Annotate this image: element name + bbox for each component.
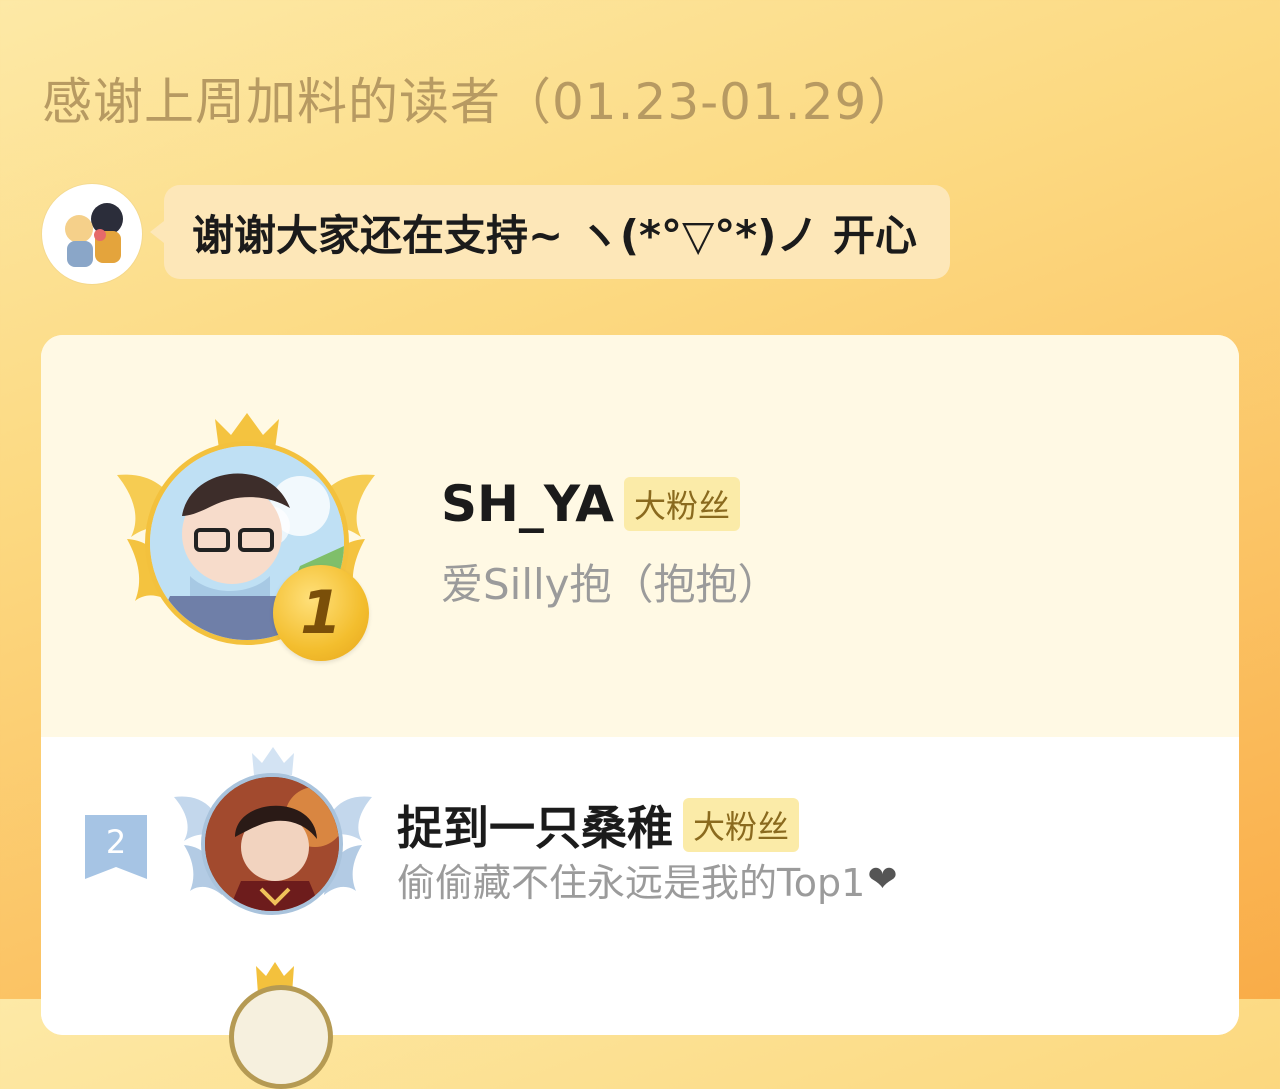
fan-badge-2: 大粉丝	[683, 798, 800, 852]
author-avatar	[42, 184, 142, 284]
rank-2-ribbon-icon: 2	[85, 815, 147, 879]
user-message-2-text: 偷偷藏不住永远是我的Top1	[397, 861, 866, 905]
rank-2-number: 2	[106, 823, 126, 861]
fan-badge: 大粉丝	[623, 477, 740, 531]
ranking-row-1[interactable]: 1 SH_YA 大粉丝 爱Silly抱（抱抱）	[41, 335, 1239, 737]
user-name[interactable]: SH_YA	[441, 475, 614, 533]
user-name-2[interactable]: 捉到一只桑稚	[397, 792, 673, 858]
user-avatar-2[interactable]	[201, 773, 343, 915]
rank-1-badge: 1	[273, 565, 369, 661]
user-name-row: SH_YA 大粉丝	[441, 475, 740, 533]
message-text: 谢谢大家还在支持~ ヽ(*°▽°*)ノ 开心	[192, 210, 918, 260]
heart-icon: ❤	[867, 859, 898, 900]
ranking-card: 1 SH_YA 大粉丝 爱Silly抱（抱抱）	[41, 335, 1239, 1035]
user-avatar-3[interactable]	[229, 985, 333, 1089]
message-bubble: 谢谢大家还在支持~ ヽ(*°▽°*)ノ 开心	[150, 185, 950, 279]
user-message: 爱Silly抱（抱抱）	[441, 560, 780, 609]
user-name-row-2: 捉到一只桑稚 大粉丝	[397, 792, 800, 858]
page-title: 感谢上周加料的读者（01.23-01.29）	[42, 73, 919, 131]
user-message-2: 偷偷藏不住永远是我的Top1 ❤	[397, 852, 897, 907]
